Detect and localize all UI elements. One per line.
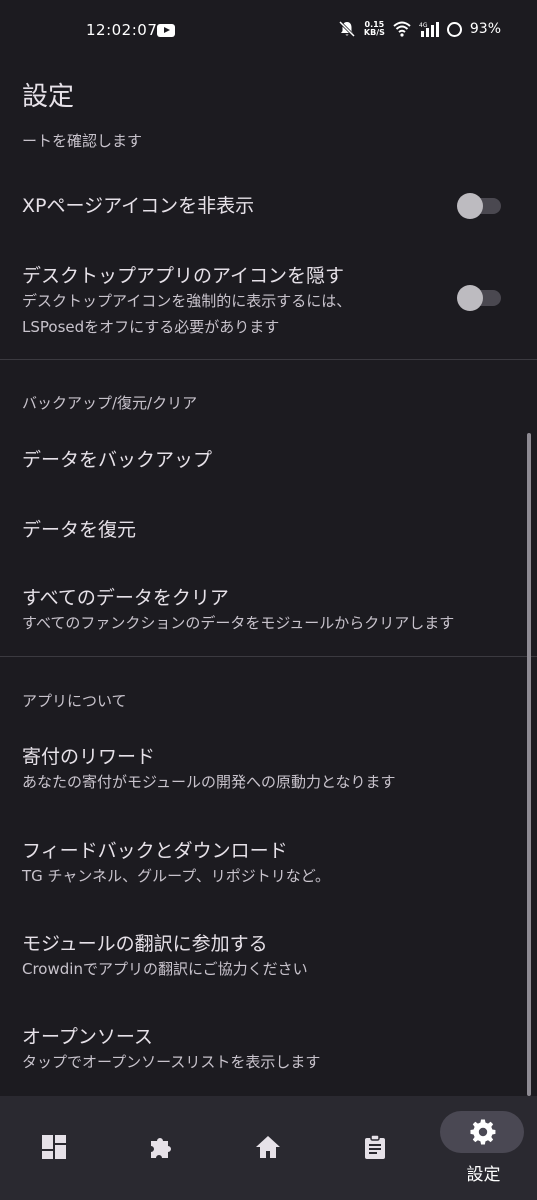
nav-dashboard[interactable] <box>0 1096 107 1200</box>
nav-modules[interactable] <box>107 1096 214 1200</box>
hide-desktop-icon-row[interactable]: デスクトップアプリのアイコンを隠す デスクトップアイコンを強制的に表示するには、… <box>22 264 507 340</box>
clear-data-row[interactable]: すべてのデータをクリア すべてのファンクションのデータをモジュールからクリアしま… <box>22 586 507 636</box>
wifi-icon <box>393 21 411 37</box>
settings-screen: 12:02:07 0.15 KB/S 4G 93% 設定 ートを確認します XP… <box>0 0 537 1200</box>
backup-data-title: データをバックアップ <box>22 449 213 471</box>
switch-thumb <box>457 193 483 219</box>
bottom-navigation: 設定 <box>0 1096 537 1200</box>
nav-settings-label: 設定 <box>466 1165 501 1185</box>
hide-xp-icon-row[interactable]: XPページアイコンを非表示 <box>22 194 507 224</box>
feedback-subtitle: TG チャンネル、グループ、リポジトリなど。 <box>22 867 331 885</box>
translate-row[interactable]: モジュールの翻訳に参加する Crowdinでアプリの翻訳にご協力ください <box>22 932 507 982</box>
donate-row[interactable]: 寄付のリワード あなたの寄付がモジュールの開発への原動力となります <box>22 745 507 795</box>
divider <box>0 656 537 657</box>
network-speed-unit: KB/S <box>363 28 385 37</box>
nav-logs[interactable] <box>321 1096 428 1200</box>
opensource-row[interactable]: オープンソース タップでオープンソースリストを表示します <box>22 1025 507 1075</box>
hide-desktop-icon-subtitle-2: LSPosedをオフにする必要があります <box>22 318 280 336</box>
battery-icon <box>446 21 462 37</box>
partial-row: ートを確認します <box>22 128 507 154</box>
clear-data-subtitle: すべてのファンクションのデータをモジュールからクリアします <box>22 614 455 632</box>
hide-desktop-icon-subtitle-1: デスクトップアイコンを強制的に表示するには、 <box>22 292 352 310</box>
opensource-title: オープンソース <box>22 1026 153 1048</box>
gear-icon <box>470 1119 496 1145</box>
switch-thumb <box>457 285 483 311</box>
home-icon <box>255 1136 280 1158</box>
network-type: 4G <box>419 22 428 29</box>
translate-subtitle: Crowdinでアプリの翻訳にご協力ください <box>22 960 308 978</box>
puzzle-icon <box>150 1138 171 1158</box>
network-speed: 0.15 KB/S <box>364 21 385 37</box>
hide-desktop-icon-switch[interactable] <box>457 285 501 311</box>
hide-xp-icon-title: XPページアイコンを非表示 <box>22 195 255 217</box>
scrollbar[interactable] <box>527 433 531 1096</box>
hide-xp-icon-switch[interactable] <box>457 193 501 219</box>
translate-title: モジュールの翻訳に参加する <box>22 933 268 955</box>
settings-list[interactable]: ートを確認します XPページアイコンを非表示 デスクトップアプリのアイコンを隠す… <box>0 120 537 1096</box>
feedback-title: フィードバックとダウンロード <box>22 840 288 862</box>
feedback-row[interactable]: フィードバックとダウンロード TG チャンネル、グループ、リポジトリなど。 <box>22 839 507 889</box>
partial-row-text: ートを確認します <box>22 132 143 150</box>
section-header-backup: バックアップ/復元/クリア <box>22 394 198 412</box>
donate-title: 寄付のリワード <box>22 746 156 768</box>
cellular-signal-icon: 4G <box>419 22 439 37</box>
page-title: 設定 <box>22 82 75 112</box>
clear-data-title: すべてのデータをクリア <box>22 587 229 609</box>
status-icons: 0.15 KB/S 4G 93% <box>338 20 501 38</box>
backup-data-row[interactable]: データをバックアップ <box>22 448 507 472</box>
nav-settings[interactable]: 設定 <box>430 1096 537 1200</box>
donate-subtitle: あなたの寄付がモジュールの開発への原動力となります <box>22 773 396 791</box>
youtube-notification-icon <box>157 24 175 37</box>
opensource-subtitle: タップでオープンソースリストを表示します <box>22 1053 321 1071</box>
restore-data-row[interactable]: データを復元 <box>22 518 507 542</box>
clipboard-icon <box>364 1134 385 1159</box>
mute-bell-icon <box>338 20 355 38</box>
section-header-about: アプリについて <box>22 692 127 710</box>
dashboard-icon <box>41 1135 66 1159</box>
nav-home[interactable] <box>214 1096 321 1200</box>
status-time: 12:02:07 <box>86 21 158 39</box>
hide-desktop-icon-title: デスクトップアプリのアイコンを隠す <box>22 265 345 287</box>
battery-percent: 93% <box>469 21 501 37</box>
divider <box>0 359 537 360</box>
restore-data-title: データを復元 <box>22 519 137 541</box>
status-bar: 12:02:07 0.15 KB/S 4G 93% <box>0 0 537 62</box>
